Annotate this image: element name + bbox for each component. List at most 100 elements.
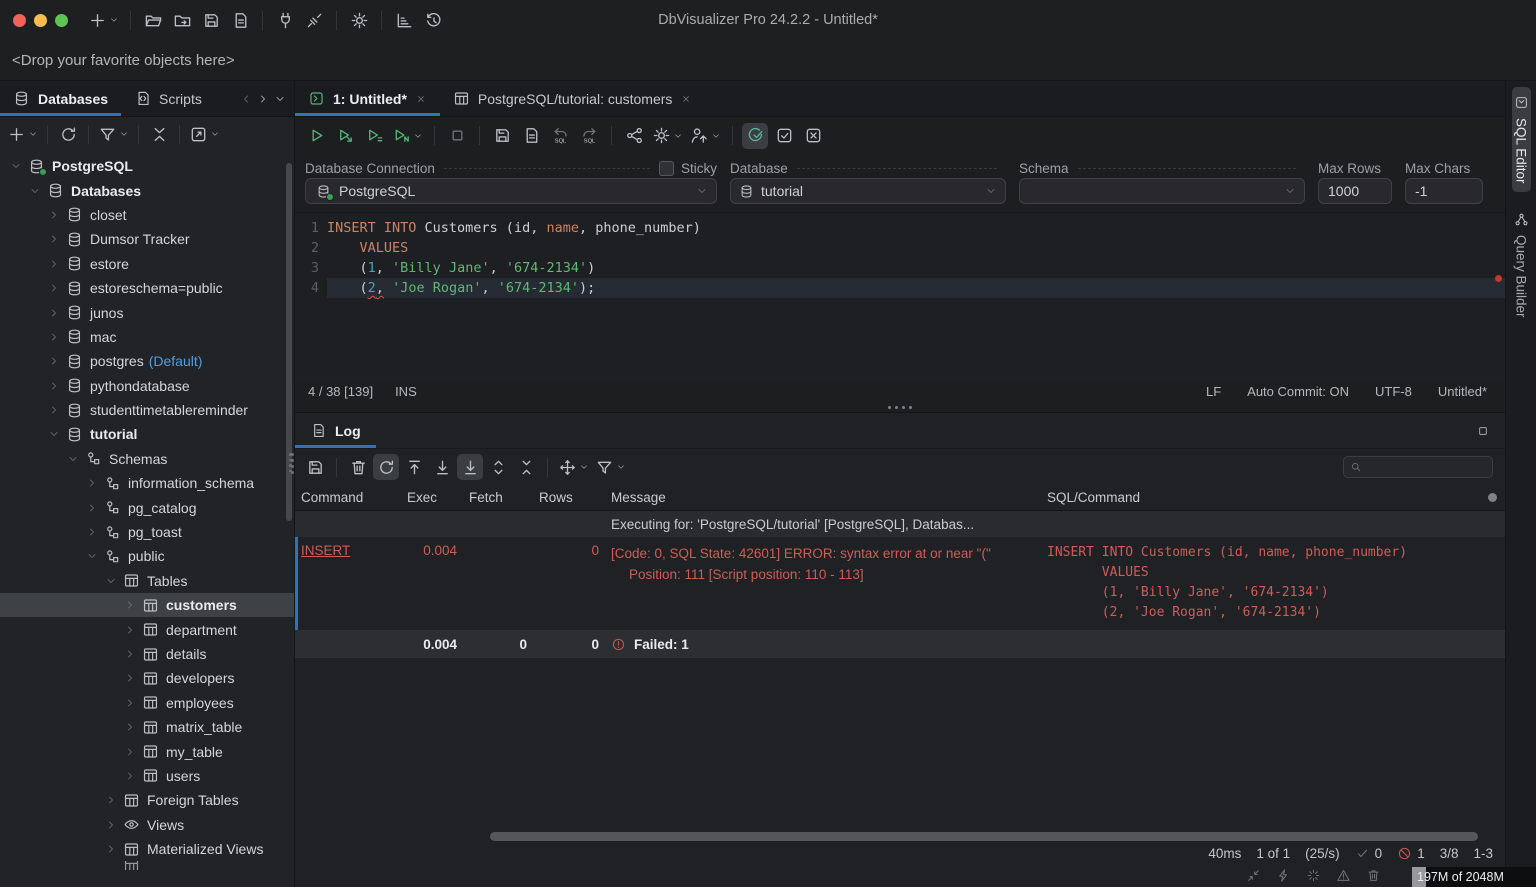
column-settings-button[interactable] <box>1488 493 1497 502</box>
close-icon[interactable] <box>415 93 427 105</box>
chevron-down-icon[interactable] <box>84 549 99 564</box>
tab-scripts[interactable]: Scripts <box>121 81 215 116</box>
connection-select[interactable]: PostgreSQL <box>305 178 717 204</box>
commit-button[interactable] <box>771 123 797 149</box>
execute-explain-button[interactable] <box>390 123 425 149</box>
chevron-right-icon[interactable] <box>84 476 99 491</box>
chevron-down-icon[interactable] <box>274 93 286 105</box>
tree-item-studenttimetablereminder[interactable]: studenttimetablereminder <box>0 398 294 422</box>
save-button[interactable] <box>198 7 224 33</box>
search-input[interactable] <box>1367 460 1486 475</box>
schema-select[interactable] <box>1019 178 1305 204</box>
column-header[interactable]: Fetch <box>463 490 533 505</box>
tree-item-employees[interactable]: employees <box>0 691 294 715</box>
clear-log-button[interactable] <box>345 454 371 480</box>
tree-item-views[interactable]: Views <box>0 813 294 837</box>
tab-untitled[interactable]: 1: Untitled* <box>295 81 440 116</box>
chevron-down-icon[interactable] <box>65 451 80 466</box>
favorites-bar[interactable]: <Drop your favorite objects here> <box>0 40 1536 81</box>
tree-item-materialized-views[interactable]: Materialized Views <box>0 837 294 861</box>
column-header[interactable]: Message <box>605 490 1041 505</box>
chevron-down-icon[interactable] <box>8 159 23 174</box>
code-line-1[interactable]: INSERT INTO Customers (id, name, phone_n… <box>327 218 1505 238</box>
tree-item-closet[interactable]: closet <box>0 203 294 227</box>
tree-item-estore[interactable]: estore <box>0 252 294 276</box>
chevron-right-icon[interactable] <box>122 720 137 735</box>
chevron-right-icon[interactable] <box>122 744 137 759</box>
lightning-icon[interactable] <box>1276 868 1291 883</box>
clear-on-execute-toggle[interactable] <box>373 454 399 480</box>
column-header[interactable]: SQL/Command <box>1041 490 1505 505</box>
tail-log-toggle[interactable] <box>457 454 483 480</box>
zoom-window-button[interactable] <box>55 14 68 27</box>
expand-rows-button[interactable] <box>485 454 511 480</box>
chevron-right-icon[interactable] <box>122 671 137 686</box>
tree-item-my-table[interactable]: my_table <box>0 739 294 763</box>
tree-item-postgresql[interactable]: PostgreSQL <box>0 154 294 178</box>
chevron-right-icon[interactable] <box>46 329 61 344</box>
tree-item-databases[interactable]: Databases <box>0 178 294 202</box>
tree-item-department[interactable]: department <box>0 617 294 641</box>
tree-item-tutorial[interactable]: tutorial <box>0 422 294 446</box>
chevron-right-icon[interactable] <box>46 207 61 222</box>
collapse-rows-button[interactable] <box>513 454 539 480</box>
stop-button[interactable] <box>444 123 470 149</box>
chevron-right-icon[interactable] <box>103 842 118 857</box>
chevron-right-icon[interactable] <box>257 93 269 105</box>
column-header[interactable]: Exec <box>401 490 463 505</box>
sticky-checkbox[interactable] <box>659 161 674 176</box>
execute-button[interactable] <box>303 123 329 149</box>
chevron-right-icon[interactable] <box>122 768 137 783</box>
database-select[interactable]: tutorial <box>730 178 1006 204</box>
encoding[interactable]: UTF-8 <box>1375 384 1412 399</box>
filter-log-button[interactable] <box>593 454 628 480</box>
tree-item-postgres[interactable]: postgres(Default) <box>0 349 294 373</box>
settings-button[interactable] <box>346 7 372 33</box>
new-object-button[interactable] <box>86 7 121 33</box>
chevron-right-icon[interactable] <box>46 354 61 369</box>
sql-history-forward-button[interactable] <box>576 123 602 149</box>
line-ending[interactable]: LF <box>1206 384 1221 399</box>
open-recent-button[interactable] <box>169 7 195 33</box>
rollback-button[interactable] <box>800 123 826 149</box>
chevron-right-icon[interactable] <box>122 598 137 613</box>
chevron-right-icon[interactable] <box>103 817 118 832</box>
execute-buffer-button[interactable] <box>361 123 387 149</box>
tree-item-matrix-table[interactable]: matrix_table <box>0 715 294 739</box>
monitor-button[interactable] <box>391 7 417 33</box>
tree-item-foreign-tables[interactable]: Foreign Tables <box>0 788 294 812</box>
max-chars-input[interactable]: -1 <box>1405 178 1483 204</box>
log-splitter[interactable] <box>295 403 1505 412</box>
tree-item-customers[interactable]: customers <box>0 593 294 617</box>
filter-button[interactable] <box>96 121 131 147</box>
rail-tab-query-builder[interactable]: Query Builder <box>1512 204 1531 326</box>
chevron-down-icon[interactable] <box>46 427 61 442</box>
disconnect-button[interactable] <box>301 7 327 33</box>
log-search[interactable] <box>1343 456 1493 478</box>
sidebar-splitter[interactable] <box>291 453 294 474</box>
collapse-all-button[interactable] <box>146 121 172 147</box>
auto-commit-toggle[interactable] <box>742 123 768 149</box>
load-script-button[interactable] <box>518 123 544 149</box>
client-session-button[interactable] <box>688 123 723 149</box>
tree-item-pg-catalog[interactable]: pg_catalog <box>0 495 294 519</box>
refresh-button[interactable] <box>55 121 81 147</box>
chevron-right-icon[interactable] <box>84 500 99 515</box>
warning-icon[interactable] <box>1336 868 1351 883</box>
chevron-right-icon[interactable] <box>84 525 99 540</box>
scroll-to-top-button[interactable] <box>401 454 427 480</box>
save-as-button[interactable] <box>227 7 253 33</box>
chevron-down-icon[interactable] <box>103 573 118 588</box>
minimize-window-button[interactable] <box>34 14 47 27</box>
chevron-right-icon[interactable] <box>46 256 61 271</box>
sql-editor[interactable]: 1234 INSERT INTO Customers (id, name, ph… <box>295 212 1505 379</box>
tree-item-public[interactable]: public <box>0 544 294 568</box>
tree-item-developers[interactable]: developers <box>0 666 294 690</box>
tree-item-information-schema[interactable]: information_schema <box>0 471 294 495</box>
tree-item-schemas[interactable]: Schemas <box>0 447 294 471</box>
save-script-button[interactable] <box>489 123 515 149</box>
chevron-right-icon[interactable] <box>103 793 118 808</box>
gc-trash-icon[interactable] <box>1366 868 1381 883</box>
open-file-button[interactable] <box>140 7 166 33</box>
chevron-right-icon[interactable] <box>46 403 61 418</box>
